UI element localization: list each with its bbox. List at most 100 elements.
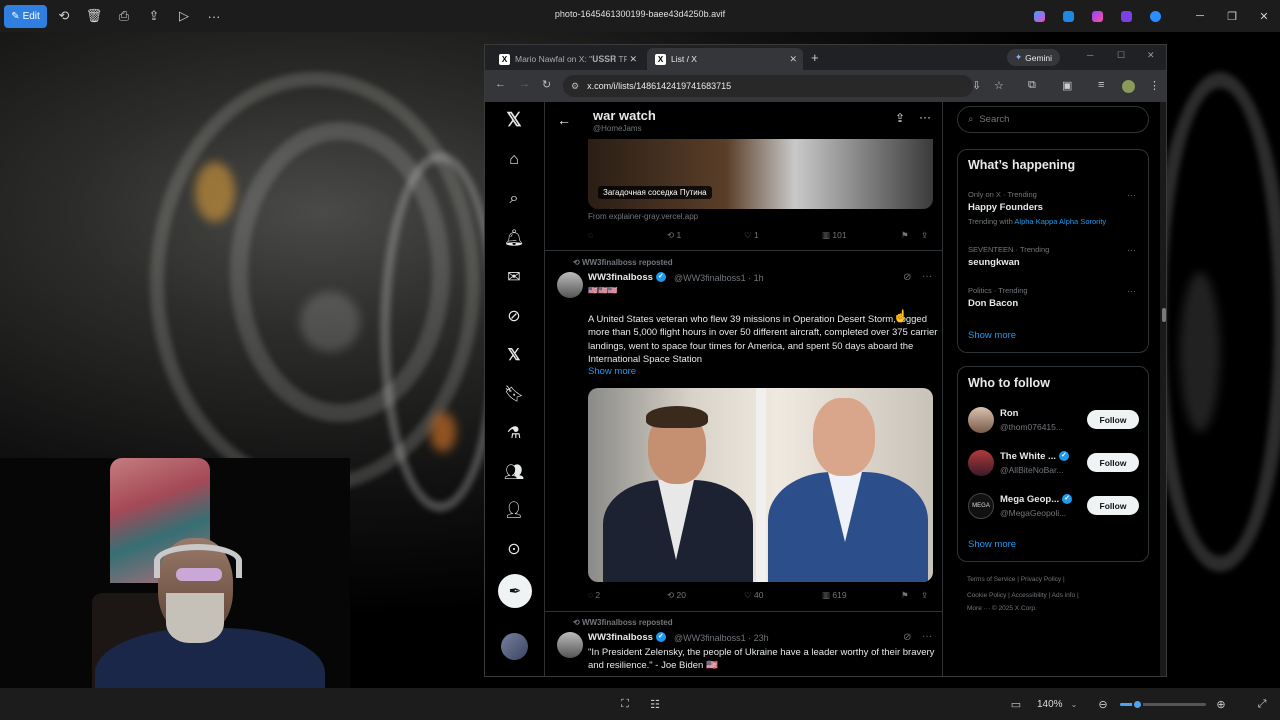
profile-icon[interactable]: 👤︎ (498, 494, 530, 526)
follow-avatar[interactable] (968, 407, 994, 433)
scroll-thumb[interactable] (1162, 308, 1166, 322)
zoom-in-icon[interactable]: ⊕ (1212, 688, 1230, 720)
bookmark-icon[interactable]: ⚑ (901, 230, 909, 241)
browser-menu-icon[interactable]: ⋮ (1149, 79, 1160, 92)
explore-search-icon[interactable]: ⌕ (498, 183, 530, 215)
footer-links-row[interactable]: Terms of Service | Privacy Policy | (967, 576, 1065, 583)
footer-links-row[interactable]: More ··· © 2025 X Corp. (967, 605, 1037, 612)
views-icon[interactable]: ▥ 619 (822, 590, 847, 601)
close-icon[interactable]: ✕ (1248, 0, 1280, 32)
views-icon[interactable]: ▥ 101 (822, 230, 847, 241)
search-input[interactable]: ⌕ Search (957, 106, 1149, 133)
app-icon-copilot[interactable] (1025, 0, 1054, 32)
minimize-icon[interactable]: ─ (1184, 0, 1216, 32)
tab-list-x[interactable]: X List / X ✕ (647, 48, 803, 70)
browser-maximize-icon[interactable]: ☐ (1117, 50, 1125, 61)
list-owner-handle[interactable]: @HomeJams (593, 124, 642, 133)
tweet-avatar[interactable] (557, 272, 583, 298)
follow-button[interactable]: Follow (1087, 453, 1139, 472)
show-more-link[interactable]: Show more (968, 330, 1016, 341)
trend-name[interactable]: Happy Founders (968, 202, 1043, 213)
mega-logo-icon[interactable]: MEGA (968, 493, 994, 519)
forward-icon[interactable]: → (519, 78, 530, 90)
account-avatar[interactable] (501, 633, 528, 660)
trend-name[interactable]: Don Bacon (968, 298, 1018, 309)
premium-x-icon[interactable]: 𝕏 (498, 339, 530, 371)
tweet-avatar[interactable] (557, 632, 583, 658)
site-info-icon[interactable]: ⚙ (571, 81, 579, 92)
maximize-icon[interactable]: ❐ (1216, 0, 1248, 32)
repost-icon[interactable]: ⟲ 1 (667, 230, 681, 241)
split-view-icon[interactable]: ▣ (1062, 79, 1072, 92)
print-icon[interactable]: ⎙ (109, 0, 139, 32)
grok-explain-icon[interactable]: ⊘ (903, 632, 911, 643)
reply-icon[interactable]: ◌ 2 (588, 590, 600, 600)
more-circle-icon[interactable]: ⊙ (498, 533, 530, 565)
tab-close-icon[interactable]: ✕ (629, 54, 637, 65)
browser-close-icon[interactable]: ✕ (1147, 50, 1155, 61)
app-icon-designer[interactable] (1054, 0, 1083, 32)
gemini-button[interactable]: ✦ Gemini (1007, 49, 1061, 66)
install-app-icon[interactable]: ⇩ (972, 79, 981, 92)
extensions-icon[interactable]: ⧉ (1028, 79, 1036, 92)
zoom-out-icon[interactable]: ⊖ (1094, 688, 1112, 720)
show-more-link[interactable]: Show more (588, 366, 636, 377)
messages-envelope-icon[interactable]: ✉ (498, 261, 530, 293)
actual-size-icon[interactable]: ▭ (1006, 688, 1026, 720)
grok-icon[interactable]: ⊘ (498, 300, 530, 332)
bookmark-icon[interactable]: ⚑ (901, 590, 909, 601)
new-tab-icon[interactable]: + (811, 50, 819, 65)
home-icon[interactable]: ⌂ (498, 144, 530, 176)
footer-links-row[interactable]: Cookie Policy | Accessibility | Ads info… (967, 592, 1079, 599)
back-icon[interactable]: ← (495, 78, 506, 90)
trend-more-icon[interactable]: ··· (1127, 245, 1136, 255)
tweet-author-name[interactable]: WW3finalboss ✓ (588, 272, 666, 283)
repost-icon[interactable]: ⟲ 20 (667, 590, 686, 601)
list-more-icon[interactable]: ··· (919, 110, 931, 124)
compose-post-button[interactable]: ✒ (498, 574, 532, 608)
bookmark-star-icon[interactable]: ☆ (994, 79, 1004, 92)
back-arrow-icon[interactable]: ← (557, 112, 571, 128)
share-tweet-icon[interactable]: ⇪ (921, 230, 928, 241)
zoom-level[interactable]: 140% ⌄ (1037, 688, 1077, 720)
media-icon[interactable]: ≡ (1098, 79, 1104, 91)
repost-indicator[interactable]: ⟲ WW3finalboss reposted (573, 258, 673, 267)
page-scrollbar[interactable] (1160, 102, 1166, 676)
profile-avatar[interactable] (1122, 80, 1135, 93)
more-options-icon[interactable]: ··· (199, 0, 229, 32)
follow-name[interactable]: Mega Geop... ✓ (1000, 494, 1073, 505)
info-icon[interactable]: ☷ (645, 688, 665, 720)
tweet-more-icon[interactable]: ··· (922, 631, 932, 642)
follow-name[interactable]: The White ... ✓ (1000, 451, 1069, 462)
delete-icon[interactable]: 🗑 (79, 0, 109, 32)
tweet-more-icon[interactable]: ··· (922, 271, 932, 282)
reload-icon[interactable]: ↻ (542, 78, 551, 91)
tweet-author-name[interactable]: WW3finalboss ✓ (588, 632, 666, 643)
notifications-bell-icon[interactable]: 🔔︎ (498, 222, 530, 254)
fit-icon[interactable]: ⛶ (615, 688, 635, 720)
tab-close-icon[interactable]: ✕ (789, 54, 797, 65)
share-list-icon[interactable]: ⇪ (895, 111, 905, 125)
x-logo-icon[interactable]: 𝕏 (498, 104, 530, 136)
like-icon[interactable]: ♡ 1 (744, 230, 759, 241)
trend-more-icon[interactable]: ··· (1127, 286, 1136, 296)
jobs-flask-icon[interactable]: ⚗ (498, 417, 530, 449)
edit-button[interactable]: ✎ Edit (4, 4, 47, 28)
share-tweet-icon[interactable]: ⇪ (921, 590, 928, 601)
trend-more-icon[interactable]: ··· (1127, 190, 1136, 200)
share-icon[interactable]: ⇪ (139, 0, 169, 32)
follow-name[interactable]: Ron (1000, 408, 1018, 419)
grok-explain-icon[interactable]: ⊘ (903, 272, 911, 283)
link-source[interactable]: From explainer-gray.vercel.app (588, 212, 698, 221)
browser-minimize-icon[interactable]: ─ (1087, 50, 1093, 60)
trend-with-link[interactable]: Alpha Kappa Alpha Sorority (1014, 217, 1106, 226)
trend-name[interactable]: seungkwan (968, 257, 1020, 268)
zoom-thumb[interactable] (1132, 699, 1144, 710)
tab-mario-nawfal[interactable]: X Mario Nawfal on X: "𝐔𝐒𝐒𝐑 TRUMP ✕ (491, 48, 643, 70)
zoom-slider[interactable] (1120, 699, 1206, 710)
tweet-handle-time[interactable]: @WW3finalboss1 · 1h (674, 273, 764, 283)
fullscreen-icon[interactable]: ⤢ (1252, 688, 1272, 720)
tweet-photo[interactable] (588, 388, 933, 582)
follow-button[interactable]: Follow (1087, 410, 1139, 429)
reply-icon[interactable]: ◌ (588, 230, 593, 240)
